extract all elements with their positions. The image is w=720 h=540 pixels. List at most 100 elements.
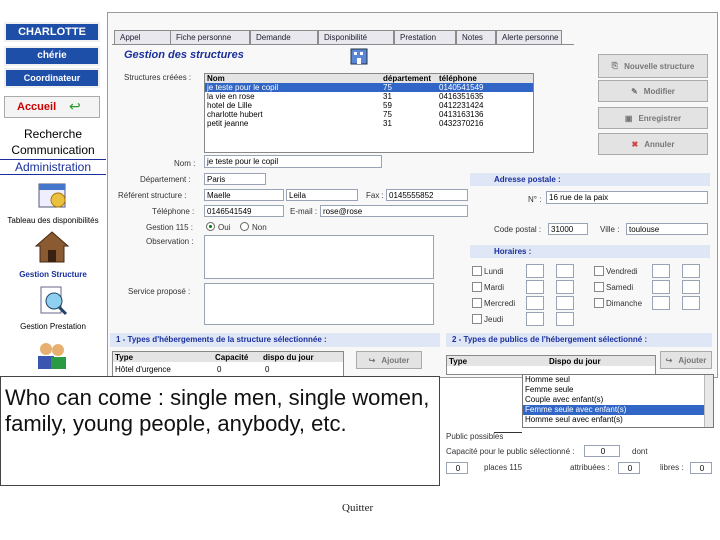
non-radio[interactable]	[240, 222, 249, 231]
mardi-time[interactable]	[526, 280, 544, 294]
add-hebergement-button[interactable]: ↪ Ajouter	[356, 351, 422, 369]
option-homme-seul[interactable]: Homme seul	[523, 375, 713, 385]
lundi-checkbox[interactable]	[472, 266, 482, 276]
ville-field[interactable]: toulouse	[626, 223, 708, 235]
panel2-header: 2 - Types de publics de l'hébergement sé…	[446, 333, 712, 347]
vendredi-time[interactable]	[652, 264, 670, 278]
save-button[interactable]: ▣ Enregistrer	[598, 107, 708, 129]
radio-dot	[209, 225, 212, 228]
tab-fiche-personne[interactable]: Fiche personne	[170, 30, 250, 44]
structures-list[interactable]: Nom département téléphone je teste pour …	[204, 73, 534, 153]
lundi-label: Lundi	[484, 267, 504, 276]
cell: je teste pour le copil	[207, 83, 279, 92]
tab-disponibilite[interactable]: Disponibilité	[318, 30, 394, 44]
house-icon[interactable]	[34, 230, 70, 264]
dropdown-scrollbar[interactable]	[704, 375, 713, 427]
departement-field[interactable]: Paris	[204, 173, 266, 185]
table-row[interactable]: la vie en rose 31 0416351635	[205, 92, 533, 101]
table-row[interactable]: charlotte hubert 75 0413163136	[205, 110, 533, 119]
public-table[interactable]: Type Dispo du jour	[446, 355, 656, 375]
cell: 31	[383, 119, 392, 128]
referent-firstname-field[interactable]: Leila	[286, 189, 358, 201]
new-structure-button[interactable]: ⎘ Nouvelle structure	[598, 54, 708, 78]
lundi-time[interactable]	[526, 264, 544, 278]
tableau-label[interactable]: Tableau des disponibilités	[0, 216, 106, 225]
home-button[interactable]: Accueil ↩	[4, 96, 100, 118]
col-telephone: téléphone	[439, 74, 477, 83]
samedi-time[interactable]	[682, 280, 700, 294]
option-femme-enfants[interactable]: Femme seule avec enfant(s)	[523, 405, 713, 415]
tab-alerte-personne[interactable]: Alerte personne	[496, 30, 562, 44]
mercredi-time[interactable]	[556, 296, 574, 310]
edit-button[interactable]: ✎ Modifier	[598, 80, 708, 102]
samedi-time[interactable]	[652, 280, 670, 294]
option-homme-enfants[interactable]: Homme seul avec enfant(s)	[523, 415, 713, 425]
observation-field[interactable]	[204, 235, 434, 279]
street-field[interactable]: 16 rue de la paix	[546, 191, 708, 204]
option-femme-seule[interactable]: Femme seule	[523, 385, 713, 395]
option-couple-enfants[interactable]: Couple avec enfant(s)	[523, 395, 713, 405]
add-public-button[interactable]: ↪ Ajouter	[660, 351, 712, 369]
edit-icon: ✎	[631, 86, 638, 96]
quit-link[interactable]: Quitter	[342, 502, 373, 514]
document-search-icon[interactable]	[36, 284, 68, 316]
user-nick: chérie	[4, 46, 100, 66]
add-icon: ↪	[368, 355, 376, 365]
mercredi-checkbox[interactable]	[472, 298, 482, 308]
hebergement-table[interactable]: Type Capacité dispo du jour Hôtel d'urge…	[112, 351, 344, 377]
tab-prestation[interactable]: Prestation	[394, 30, 456, 44]
vendredi-time[interactable]	[682, 264, 700, 278]
mardi-time[interactable]	[556, 280, 574, 294]
users-icon[interactable]	[34, 340, 70, 370]
non-label: Non	[252, 223, 267, 232]
oui-radio[interactable]	[206, 222, 215, 231]
capacity-field[interactable]: 0	[584, 445, 620, 457]
service-field[interactable]	[204, 283, 434, 325]
table-row[interactable]: petit jeanne 31 0432370216	[205, 119, 533, 128]
places-field[interactable]: 0	[446, 462, 468, 474]
lundi-time[interactable]	[556, 264, 574, 278]
samedi-checkbox[interactable]	[594, 282, 604, 292]
cell: 0140541549	[439, 83, 484, 92]
ville-label: Ville :	[600, 225, 620, 234]
jeudi-time[interactable]	[526, 312, 544, 326]
tab-demande[interactable]: Demande	[250, 30, 318, 44]
jeudi-time[interactable]	[556, 312, 574, 326]
table-row[interactable]: je teste pour le copil 75 0140541549	[205, 83, 533, 92]
mercredi-time[interactable]	[526, 296, 544, 310]
cp-field[interactable]: 31000	[548, 223, 588, 235]
telephone-field[interactable]: 0146541549	[204, 205, 284, 217]
referent-lastname-field[interactable]: Maelle	[204, 189, 284, 201]
dimanche-checkbox[interactable]	[594, 298, 604, 308]
add-label: Ajouter	[381, 355, 410, 365]
dimanche-time[interactable]	[682, 296, 700, 310]
jeudi-checkbox[interactable]	[472, 314, 482, 324]
vendredi-checkbox[interactable]	[594, 266, 604, 276]
gestion115-label: Gestion 115 :	[146, 223, 193, 232]
gestion-prestation-label[interactable]: Gestion Prestation	[0, 322, 106, 331]
nav-administration[interactable]: Administration	[0, 159, 106, 175]
vendredi-label: Vendredi	[606, 267, 638, 276]
dont-label: dont	[632, 447, 648, 456]
tab-appel[interactable]: Appel	[114, 30, 174, 44]
cell: 75	[383, 110, 392, 119]
tab-notes[interactable]: Notes	[456, 30, 496, 44]
dimanche-time[interactable]	[652, 296, 670, 310]
libres-field[interactable]: 0	[690, 462, 712, 474]
table-row[interactable]: hotel de Lille 59 0412231424	[205, 101, 533, 110]
role-badge: Coordinateur	[4, 68, 100, 88]
cell: hotel de Lille	[207, 101, 252, 110]
public-dropdown[interactable]: Homme seul Femme seule Couple avec enfan…	[522, 374, 714, 428]
nav-communication[interactable]: Communication	[0, 143, 106, 157]
callout-text: Who can come : single men, single women,…	[0, 376, 440, 486]
mardi-checkbox[interactable]	[472, 282, 482, 292]
fax-field[interactable]: 0145555852	[386, 189, 468, 201]
cancel-button[interactable]: ✖ Annuler	[598, 133, 708, 155]
calendar-icon[interactable]	[36, 178, 68, 210]
email-label: E-mail :	[290, 207, 318, 216]
nom-field[interactable]: je teste pour le copil	[204, 155, 382, 168]
attrib-field[interactable]: 0	[618, 462, 640, 474]
gestion-structure-label[interactable]: Gestion Structure	[0, 270, 106, 279]
nav-recherche[interactable]: Recherche	[0, 127, 106, 141]
email-field[interactable]: rose@rose	[320, 205, 468, 217]
